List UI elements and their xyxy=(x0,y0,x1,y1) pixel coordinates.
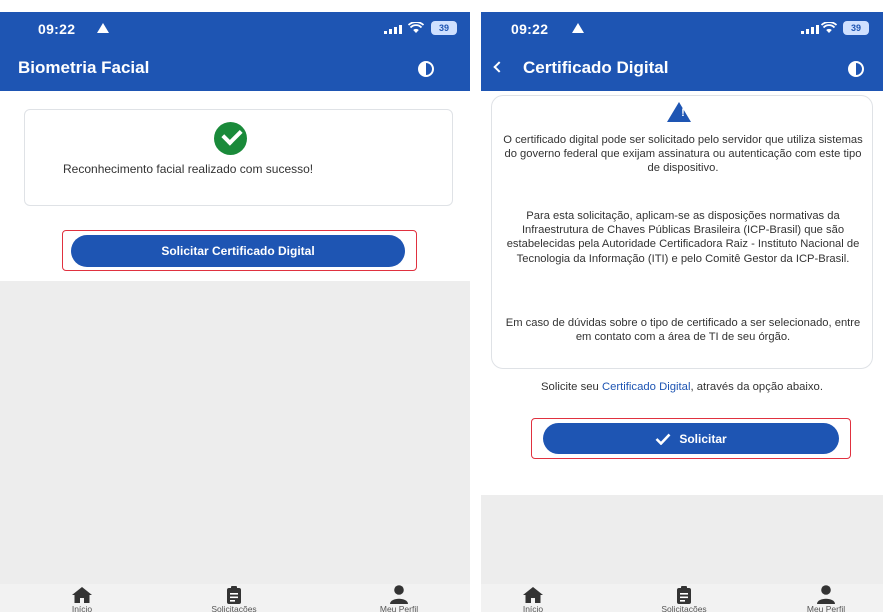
nav-arrow-icon xyxy=(572,23,584,33)
success-message: Reconhecimento facial realizado com suce… xyxy=(63,162,314,176)
battery-icon: 39 xyxy=(431,21,457,35)
solicite-suffix: , através da opção abaixo. xyxy=(690,381,823,393)
home-icon xyxy=(523,587,543,603)
screen-certificado-digital: 09:22 39 Certificado Digital ! O certifi… xyxy=(481,12,883,612)
bottom-nav: Início Solicitações Meu Perfil xyxy=(0,584,470,612)
battery-icon: 39 xyxy=(843,21,869,35)
nav-label-perfil: Meu Perfil xyxy=(379,604,419,612)
page-title: Biometria Facial xyxy=(18,58,150,77)
home-icon xyxy=(72,587,92,603)
solicitar-button[interactable]: Solicitar xyxy=(543,423,839,454)
nav-label-solicitacoes: Solicitações xyxy=(211,604,257,612)
screen-divider xyxy=(470,12,481,612)
info-paragraph-2: Para esta solicitação, aplicam-se as dis… xyxy=(506,210,860,265)
theme-toggle-icon[interactable] xyxy=(848,61,864,77)
signal-icon xyxy=(384,24,402,34)
signal-icon xyxy=(801,24,819,34)
cropped-top-text xyxy=(0,0,883,12)
request-certificate-button[interactable]: Solicitar Certificado Digital xyxy=(71,235,405,267)
theme-toggle-icon[interactable] xyxy=(418,61,434,77)
info-card: ! O certificado digital pode ser solicit… xyxy=(491,95,873,369)
solicite-instruction: Solicite seu Certificado Digital, atravé… xyxy=(481,381,883,393)
nav-label-solicitacoes: Solicitações xyxy=(661,604,707,612)
status-time: 09:22 xyxy=(511,21,549,37)
clipboard-icon xyxy=(227,586,241,604)
bottom-nav: Início Solicitações Meu Perfil xyxy=(481,584,883,612)
success-card: Reconhecimento facial realizado com suce… xyxy=(24,109,453,206)
warning-mark: ! xyxy=(681,107,685,119)
status-bar: 09:22 39 xyxy=(0,12,470,48)
nav-label-perfil: Meu Perfil xyxy=(806,604,846,612)
request-certificate-label: Solicitar Certificado Digital xyxy=(161,244,315,258)
app-bar: 09:22 39 Biometria Facial xyxy=(0,12,470,91)
content-area: Reconhecimento facial realizado com suce… xyxy=(0,91,470,281)
check-circle-icon xyxy=(214,122,247,155)
nav-arrow-icon xyxy=(97,23,109,33)
page-title: Certificado Digital xyxy=(523,58,669,77)
solicitar-label: Solicitar xyxy=(679,431,727,446)
certificado-link[interactable]: Certificado Digital xyxy=(602,381,691,393)
nav-label-inicio: Início xyxy=(71,604,93,612)
info-paragraph-3: Em caso de dúvidas sobre o tipo de certi… xyxy=(505,317,861,344)
checkmark-icon xyxy=(655,433,671,445)
nav-label-inicio: Início xyxy=(522,604,544,612)
clipboard-icon xyxy=(677,586,691,604)
app-bar: 09:22 39 Certificado Digital xyxy=(481,12,883,91)
back-icon[interactable] xyxy=(493,61,505,73)
solicite-prefix: Solicite seu xyxy=(541,381,602,393)
screen-biometria-facial: 09:22 39 Biometria Facial Reconhecimento… xyxy=(0,12,470,612)
status-time: 09:22 xyxy=(38,21,76,37)
status-bar: 09:22 39 xyxy=(481,12,883,48)
wifi-icon xyxy=(821,22,837,33)
user-icon xyxy=(817,585,835,604)
wifi-icon xyxy=(408,22,424,33)
info-paragraph-1: O certificado digital pode ser solicitad… xyxy=(503,134,863,175)
user-icon xyxy=(390,585,408,604)
content-area: ! O certificado digital pode ser solicit… xyxy=(481,91,883,495)
